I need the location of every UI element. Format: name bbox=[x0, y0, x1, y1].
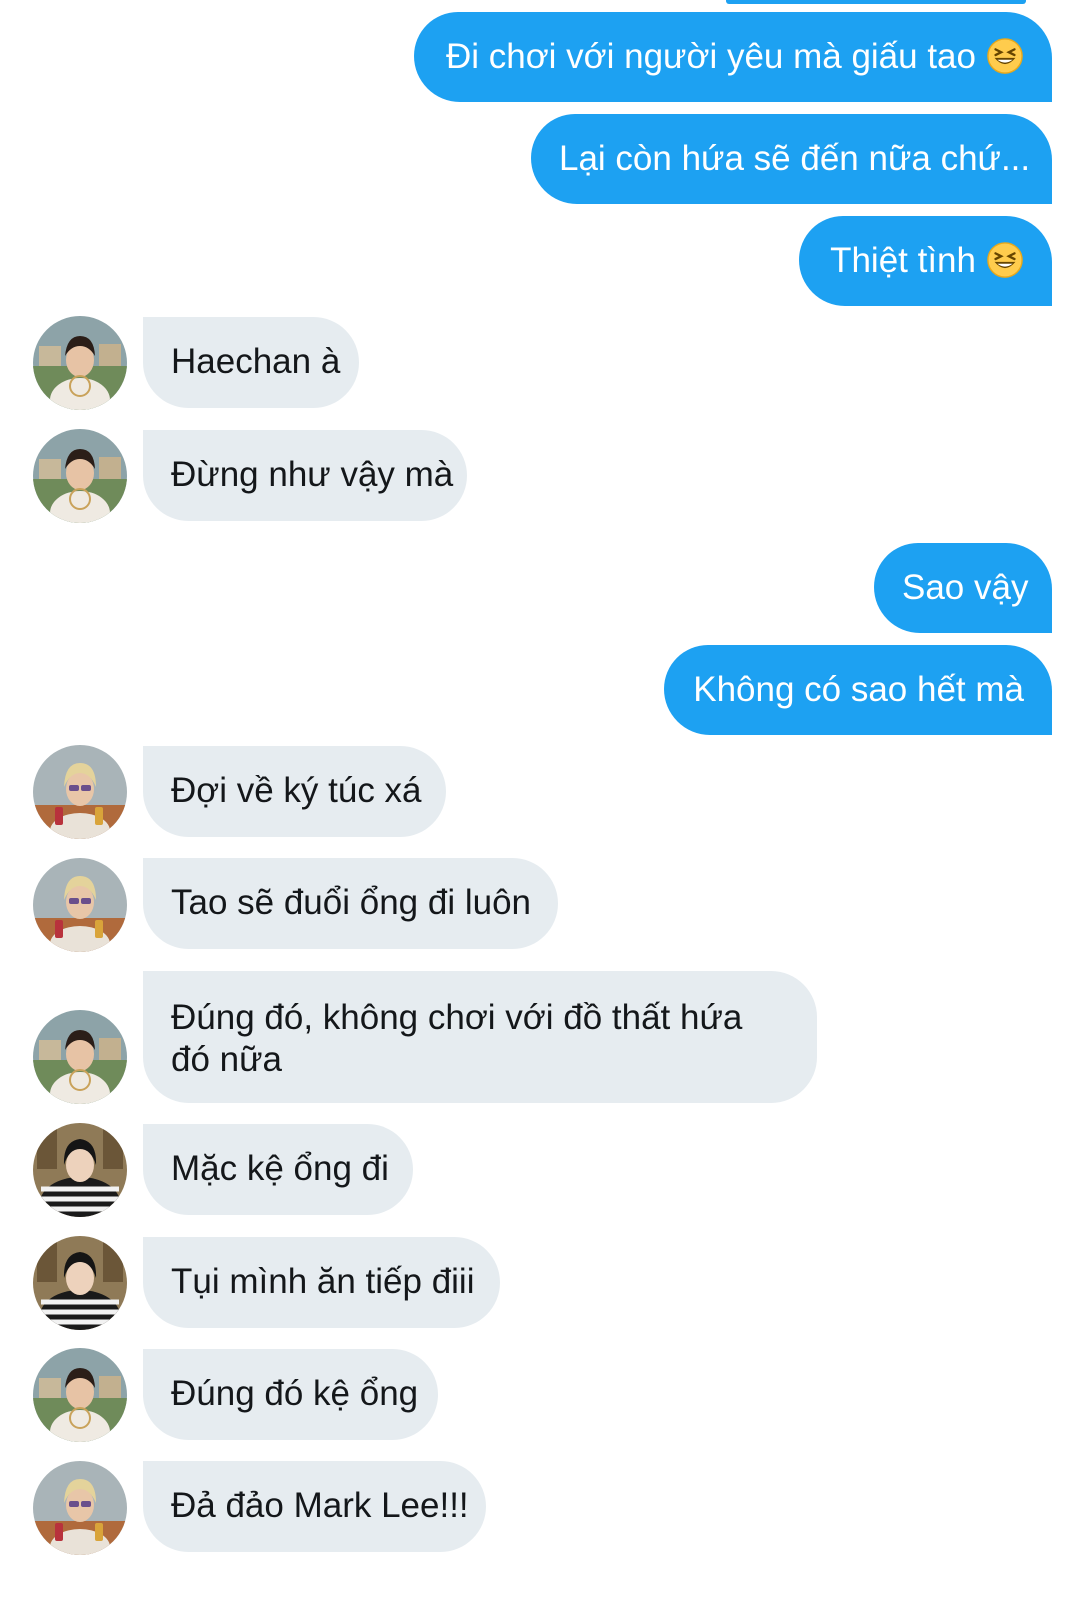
message-text: Đừng như vậy mà bbox=[171, 455, 454, 494]
received-message-bubble[interactable]: Đừng như vậy mà bbox=[143, 430, 467, 521]
avatar-dark-hair-white-shirt[interactable] bbox=[33, 316, 127, 410]
received-message-bubble[interactable]: Haechan à bbox=[143, 317, 359, 408]
avatar-striped-sweater[interactable] bbox=[33, 1236, 127, 1330]
previous-message-bubble-edge bbox=[726, 0, 1026, 4]
message-text: Không có sao hết mà bbox=[693, 670, 1024, 709]
received-message-bubble[interactable]: Tụi mình ăn tiếp điii bbox=[143, 1237, 500, 1328]
grinning-squinting-face-icon bbox=[986, 241, 1024, 279]
message-text: Mặc kệ ổng đi bbox=[171, 1149, 389, 1188]
avatar-dark-hair-white-shirt[interactable] bbox=[33, 1348, 127, 1442]
sent-message-bubble[interactable]: Sao vậy bbox=[874, 543, 1052, 633]
message-text: Đúng đó kệ ổng bbox=[171, 1374, 419, 1413]
sent-message-bubble[interactable]: Thiệt tình bbox=[799, 216, 1052, 306]
received-message-bubble[interactable]: Đúng đó, không chơi với đồ thất hứa đó n… bbox=[143, 971, 817, 1103]
received-message-bubble[interactable]: Mặc kệ ổng đi bbox=[143, 1124, 413, 1215]
avatar-striped-sweater[interactable] bbox=[33, 1123, 127, 1217]
message-text: Tao sẽ đuổi ổng đi luôn bbox=[171, 883, 531, 922]
sent-message-bubble[interactable]: Lại còn hứa sẽ đến nữa chứ... bbox=[531, 114, 1052, 204]
message-text: Tụi mình ăn tiếp điii bbox=[171, 1262, 475, 1301]
avatar-dark-hair-white-shirt[interactable] bbox=[33, 1010, 127, 1104]
avatar-blonde-sunglasses[interactable] bbox=[33, 858, 127, 952]
received-message-bubble[interactable]: Tao sẽ đuổi ổng đi luôn bbox=[143, 858, 558, 949]
received-message-bubble[interactable]: Đúng đó kệ ổng bbox=[143, 1349, 438, 1440]
avatar-dark-hair-white-shirt[interactable] bbox=[33, 429, 127, 523]
avatar-blonde-sunglasses[interactable] bbox=[33, 1461, 127, 1555]
avatar-blonde-sunglasses[interactable] bbox=[33, 745, 127, 839]
message-text: Haechan à bbox=[171, 342, 341, 381]
message-text: Đợi về ký túc xá bbox=[171, 771, 422, 810]
message-text: Sao vậy bbox=[902, 568, 1029, 607]
message-text: Lại còn hứa sẽ đến nữa chứ... bbox=[559, 139, 1031, 178]
message-text: Đi chơi với người yêu mà giấu tao bbox=[445, 37, 976, 76]
message-text: Đúng đó, không chơi với đồ thất hứa đó n… bbox=[171, 998, 743, 1079]
received-message-bubble[interactable]: Đả đảo Mark Lee!!! bbox=[143, 1461, 486, 1552]
grinning-squinting-face-icon bbox=[986, 37, 1024, 75]
message-text: Đả đảo Mark Lee!!! bbox=[171, 1486, 469, 1525]
received-message-bubble[interactable]: Đợi về ký túc xá bbox=[143, 746, 446, 837]
sent-message-bubble[interactable]: Đi chơi với người yêu mà giấu tao bbox=[414, 12, 1052, 102]
sent-message-bubble[interactable]: Không có sao hết mà bbox=[664, 645, 1052, 735]
message-text: Thiệt tình bbox=[830, 241, 976, 280]
